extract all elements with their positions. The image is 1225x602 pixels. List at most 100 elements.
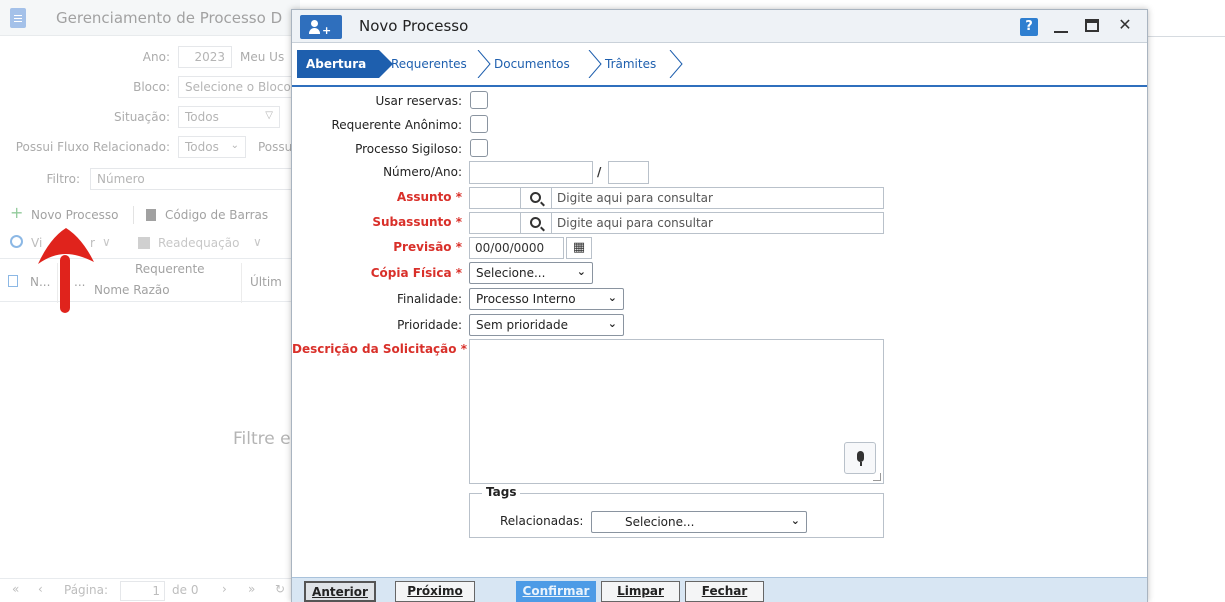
bloco-label: Bloco: (133, 80, 170, 94)
anterior-button[interactable]: Anterior (304, 581, 376, 602)
finalidade-label: Finalidade: (396, 292, 462, 306)
subassunto-search-input[interactable]: Digite aqui para consultar (551, 212, 884, 234)
proximo-button[interactable]: Próximo (395, 581, 475, 602)
subassunto-label: Subassunto * (372, 215, 462, 229)
select-all-checkbox[interactable] (8, 275, 18, 287)
chevron-down-icon: ⌄ (607, 317, 617, 330)
assunto-label: Assunto * (396, 190, 462, 204)
chevron-down-icon: ∨ (102, 235, 111, 249)
col-ultimo[interactable]: Últim (250, 275, 282, 289)
tags-legend: Tags (482, 485, 521, 499)
empty-grid-message: Filtre e (233, 429, 291, 449)
numero-input[interactable] (469, 161, 593, 184)
first-page-icon[interactable]: « (12, 582, 19, 596)
chevron-down-icon: ▽ (265, 110, 273, 121)
bloco-select[interactable]: Selecione o Bloco (178, 76, 293, 98)
descricao-label: Descrição da Solicitação * (292, 342, 467, 356)
relacionadas-value: Selecione... (625, 515, 695, 529)
prev-page-icon[interactable]: ‹ (38, 582, 43, 596)
assunto-search-input[interactable]: Digite aqui para consultar (551, 187, 884, 209)
dialog-footer: Anterior Próximo Confirmar Limpar Fechar (292, 577, 1147, 602)
requerente-anonimo-checkbox[interactable] (470, 115, 488, 133)
background-titlebar: Gerenciamento de Processo D (0, 0, 300, 36)
relacionadas-select[interactable]: Selecione... ⌄ (591, 511, 807, 533)
descricao-textarea[interactable] (469, 339, 884, 484)
close-icon[interactable]: ✕ (1117, 15, 1133, 35)
assunto-search-button[interactable] (521, 187, 551, 209)
tags-fieldset: Tags Relacionadas: Selecione... ⌄ (469, 485, 884, 538)
fluxo-select[interactable]: Todos ⌄ (178, 136, 246, 158)
situacao-label: Situação: (114, 110, 170, 124)
codigo-barras-button[interactable]: Código de Barras (165, 208, 268, 222)
limpar-button[interactable]: Limpar (601, 581, 680, 602)
subassunto-code-input[interactable] (469, 212, 521, 234)
document-icon (10, 8, 26, 28)
previsao-input[interactable]: 00/00/0000 (469, 237, 564, 259)
situacao-select[interactable]: Todos ▽ (178, 106, 280, 128)
chart-icon (138, 237, 150, 249)
processo-sigiloso-label: Processo Sigiloso: (355, 142, 462, 156)
readequacao-button[interactable]: Readequação (158, 236, 239, 250)
page-input[interactable]: 1 (120, 581, 165, 601)
usar-reservas-label: Usar reservas: (375, 94, 462, 108)
pager: « ‹ Página: 1 de 0 › » ↻ (0, 578, 300, 602)
ano-input[interactable] (608, 161, 649, 184)
col-nome-razao[interactable]: Nome Razão (94, 283, 170, 297)
tab-tramites[interactable]: Trâmites (599, 50, 656, 78)
help-button[interactable]: ? (1020, 18, 1038, 36)
limpar-label: Limpar (617, 584, 664, 598)
maximize-icon[interactable] (1085, 19, 1099, 32)
fechar-button[interactable]: Fechar (685, 581, 764, 602)
prioridade-value: Sem prioridade (476, 318, 568, 332)
step-chevron-icon (669, 50, 683, 78)
divider (1148, 36, 1225, 37)
col-requerente[interactable]: Requerente (135, 262, 205, 276)
proximo-label: Próximo (407, 584, 463, 598)
search-icon (530, 192, 541, 203)
copia-fisica-select[interactable]: Selecione... ⌄ (469, 262, 593, 284)
add-user-icon: + (300, 15, 342, 39)
situacao-value: Todos (185, 110, 219, 124)
finalidade-select[interactable]: Processo Interno ⌄ (469, 288, 624, 310)
fechar-label: Fechar (701, 584, 748, 598)
finalidade-value: Processo Interno (476, 292, 576, 306)
minimize-icon[interactable] (1053, 17, 1069, 35)
filtro-label: Filtro: (46, 172, 80, 186)
page-count: de 0 (172, 583, 199, 597)
microphone-button[interactable] (844, 442, 876, 474)
fluxo-value: Todos (185, 140, 219, 154)
assunto-code-input[interactable] (469, 187, 521, 209)
calendar-icon[interactable]: ▦ (566, 237, 592, 259)
refresh-icon[interactable]: ↻ (275, 582, 285, 596)
subassunto-search-button[interactable] (521, 212, 551, 234)
relacionadas-label: Relacionadas: (500, 514, 584, 528)
pagina-label: Página: (64, 583, 109, 597)
search-icon (530, 217, 541, 228)
filtro-select[interactable]: Número (90, 168, 295, 190)
novo-processo-dialog: + Novo Processo ? ✕ Abertura Requerentes… (291, 9, 1148, 602)
previsao-label: Previsão * (393, 240, 462, 254)
divider (133, 206, 134, 224)
requerente-anonimo-label: Requerente Anônimo: (331, 118, 462, 132)
next-page-icon[interactable]: › (222, 582, 227, 596)
ano-label: Ano: (142, 50, 170, 64)
numero-ano-separator: / (597, 165, 602, 179)
usar-reservas-checkbox[interactable] (470, 91, 488, 109)
confirmar-button[interactable]: Confirmar (516, 581, 596, 602)
resize-handle[interactable] (873, 473, 881, 481)
anterior-label: Anterior (312, 585, 368, 599)
processo-sigiloso-checkbox[interactable] (470, 139, 488, 157)
last-page-icon[interactable]: » (248, 582, 255, 596)
chevron-down-icon: ⌄ (230, 140, 239, 151)
ano-field[interactable]: 2023 (178, 46, 232, 68)
prioridade-select[interactable]: Sem prioridade ⌄ (469, 314, 624, 336)
tab-abertura[interactable]: Abertura (297, 50, 393, 78)
barcode-icon (146, 209, 156, 221)
prioridade-label: Prioridade: (397, 318, 462, 332)
tab-documentos[interactable]: Documentos (488, 50, 570, 78)
chevron-down-icon: ⌄ (576, 265, 586, 278)
background-window-title: Gerenciamento de Processo D (56, 9, 283, 27)
microphone-icon (857, 451, 864, 462)
chevron-down-icon: ⌄ (607, 291, 617, 304)
tab-requerentes[interactable]: Requerentes (385, 50, 467, 78)
